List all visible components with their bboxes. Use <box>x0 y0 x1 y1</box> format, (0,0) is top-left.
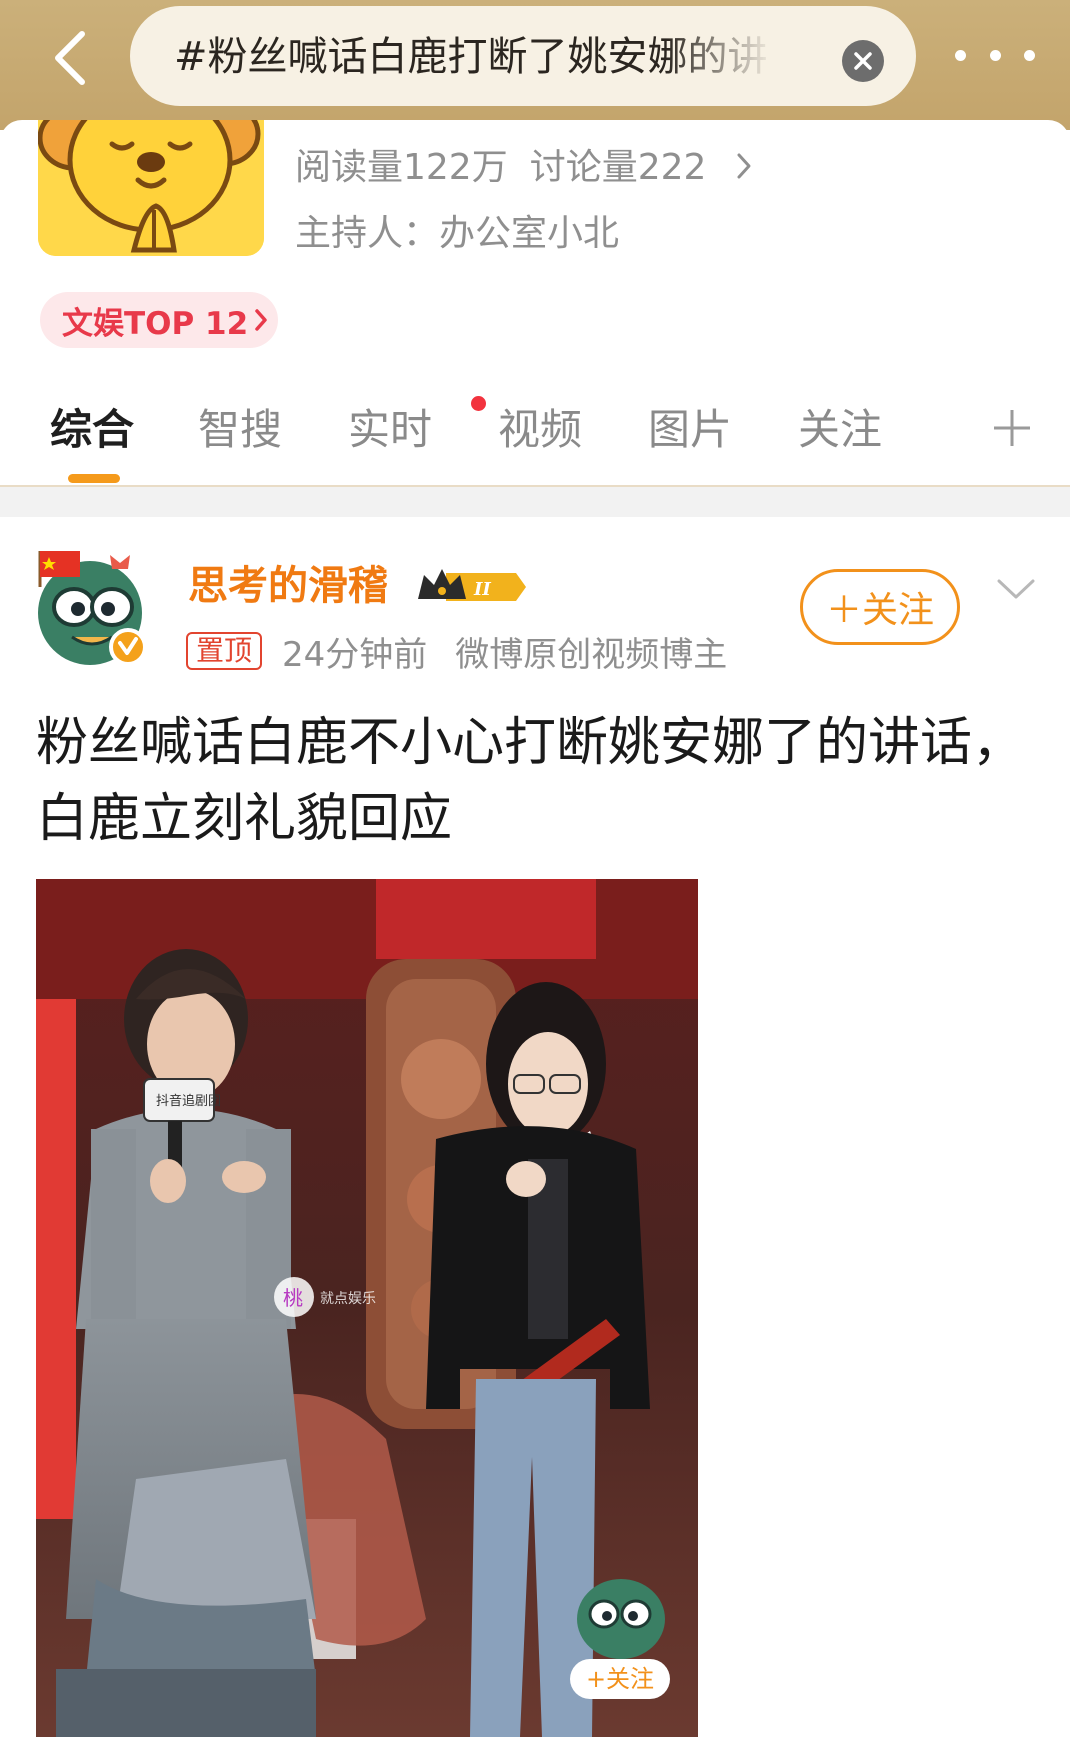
discussion-count: 讨论量222 <box>529 147 707 188</box>
post-meta: 置顶 24分钟前 微博原创视频博主 <box>186 627 727 675</box>
watermark-logo: 桃 <box>283 1286 303 1310</box>
section-gap <box>0 487 1070 517</box>
post-text: 粉丝喊话白鹿不小心打断姚安娜了的讲话，白鹿立刻礼貌回应 <box>36 713 1025 849</box>
tab-general[interactable]: 综合 <box>50 400 134 460</box>
tab-realtime[interactable]: 实时 <box>348 400 432 460</box>
tab-following[interactable]: 关注 <box>798 400 882 460</box>
topic-header: 阅读量122万 讨论量222 主持人：办公室小北 文娱TOP 12 综合 智搜 实… <box>0 120 1070 490</box>
chevron-right-icon[interactable] <box>736 152 752 180</box>
active-tab-indicator <box>68 474 120 483</box>
topic-avatar <box>38 120 264 256</box>
plus-icon[interactable] <box>990 406 1034 450</box>
back-arrow-icon <box>55 31 85 85</box>
watermark-text: 就点娱乐 <box>320 1291 376 1307</box>
top-bar: #粉丝喊话白鹿打断了姚安娜的讲 <box>0 0 1070 130</box>
follow-button[interactable]: ＋关注 <box>800 569 960 645</box>
search-query[interactable]: #粉丝喊话白鹿打断了姚安娜的讲 <box>174 30 774 84</box>
topic-stats[interactable]: 阅读量122万 讨论量222 <box>295 142 706 194</box>
chevron-down-icon[interactable] <box>996 577 1036 601</box>
clear-icon <box>854 52 872 70</box>
author-role: 微博原创视频博主 <box>455 634 728 675</box>
crown-icon[interactable]: II <box>416 565 528 607</box>
tab-video[interactable]: 视频 <box>498 400 582 460</box>
read-count: 阅读量122万 <box>295 147 508 188</box>
back-button[interactable] <box>40 28 100 88</box>
pinned-badge: 置顶 <box>186 632 263 670</box>
tab-images[interactable]: 图片 <box>648 400 732 460</box>
post-time: 24分钟前 <box>282 634 428 675</box>
post-card: 思考的滑稽 II 置顶 24分钟前 微博原创视频博主 ＋关注 粉丝喊话白鹿不小心… <box>0 517 1070 1737</box>
tab-bar: 综合 智搜 实时 视频 图片 关注 <box>0 380 1070 490</box>
more-dots-icon[interactable] <box>955 40 1035 70</box>
search-box[interactable]: #粉丝喊话白鹿打断了姚安娜的讲 <box>130 6 916 106</box>
chevron-right-icon <box>255 309 267 331</box>
user-avatar[interactable] <box>32 547 154 669</box>
svg-text:II: II <box>473 579 491 600</box>
realtime-notification-dot <box>471 396 486 411</box>
username[interactable]: 思考的滑稽 <box>188 559 388 613</box>
tab-smart-search[interactable]: 智搜 <box>198 400 282 460</box>
post-video[interactable]: 抖音追剧团 桃 就点娱乐 +关注 <box>36 879 698 1737</box>
topic-host[interactable]: 主持人：办公室小北 <box>295 208 619 260</box>
mic-logo: 抖音追剧团 <box>156 1093 221 1109</box>
rank-badge[interactable]: 文娱TOP 12 <box>40 292 278 348</box>
rank-text: 文娱TOP 12 <box>62 305 249 342</box>
clear-search-button[interactable] <box>842 40 884 82</box>
overlay-follow-button[interactable]: +关注 <box>570 1659 670 1699</box>
